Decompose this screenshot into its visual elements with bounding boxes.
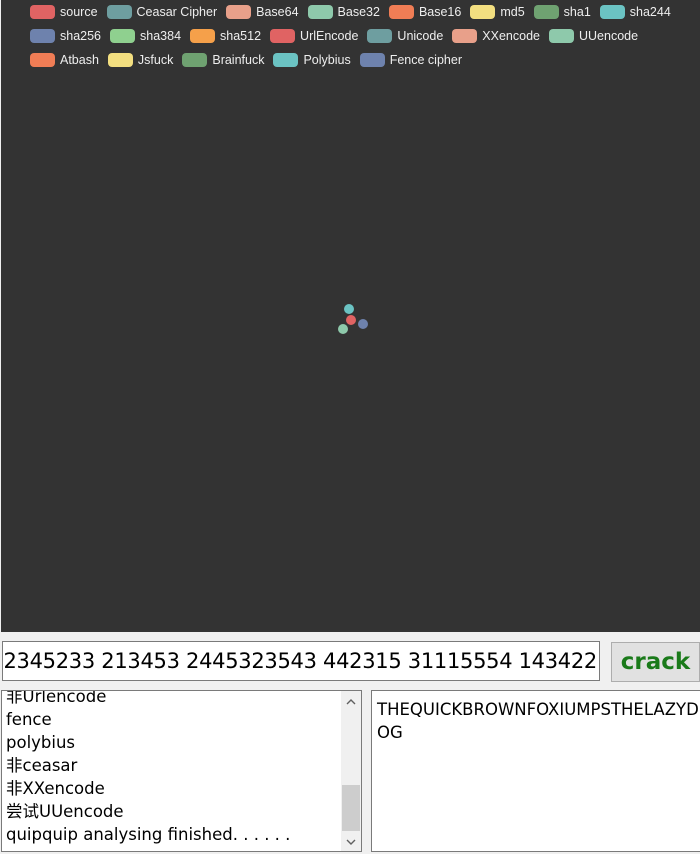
crack-button[interactable]: crack bbox=[611, 642, 700, 682]
graph-canvas[interactable] bbox=[1, 0, 700, 632]
scroll-thumb[interactable] bbox=[342, 785, 360, 831]
log-line: polybius bbox=[6, 733, 76, 752]
cipher-input[interactable]: -2345233 213453 2445323543 442315 311155… bbox=[2, 641, 600, 681]
node-source[interactable] bbox=[346, 315, 356, 325]
node-fence-cipher[interactable] bbox=[358, 319, 368, 329]
cipher-input-value: -2345233 213453 2445323543 442315 311155… bbox=[2, 649, 597, 673]
log-line: 尝试UUencode bbox=[6, 802, 124, 821]
result-text: THEQUICKBROWNFOXIUMPSTHELAZYDOG bbox=[377, 700, 699, 742]
log-lines: 非Urlencode fence polybius 非ceasar 非XXencode 尝… bbox=[6, 690, 291, 846]
log-line: fence bbox=[6, 710, 52, 729]
scroll-down-arrow-icon[interactable] bbox=[341, 833, 361, 850]
node-uuencode[interactable] bbox=[338, 324, 348, 334]
log-line: quipquip analysing finished. . . . . . bbox=[6, 825, 291, 844]
log-line: 非XXencode bbox=[6, 779, 105, 798]
log-textarea[interactable]: 非Urlencode fence polybius 非ceasar 非XXencode 尝… bbox=[1, 690, 362, 852]
app-window: source Ceasar Cipher Base64 Base32 Base16 md5… bbox=[0, 0, 700, 854]
scroll-up-arrow-icon[interactable] bbox=[341, 693, 361, 710]
log-line: 非Urlencode bbox=[6, 690, 107, 706]
log-line: 非ceasar bbox=[6, 756, 78, 775]
node-polybius[interactable] bbox=[344, 304, 354, 314]
graph-panel[interactable]: source Ceasar Cipher Base64 Base32 Base16 md5… bbox=[1, 0, 700, 632]
log-scrollbar[interactable] bbox=[341, 691, 361, 851]
input-row: -2345233 213453 2445323543 442315 311155… bbox=[0, 632, 700, 690]
result-textarea[interactable]: THEQUICKBROWNFOXIUMPSTHELAZYDOG bbox=[371, 690, 700, 852]
